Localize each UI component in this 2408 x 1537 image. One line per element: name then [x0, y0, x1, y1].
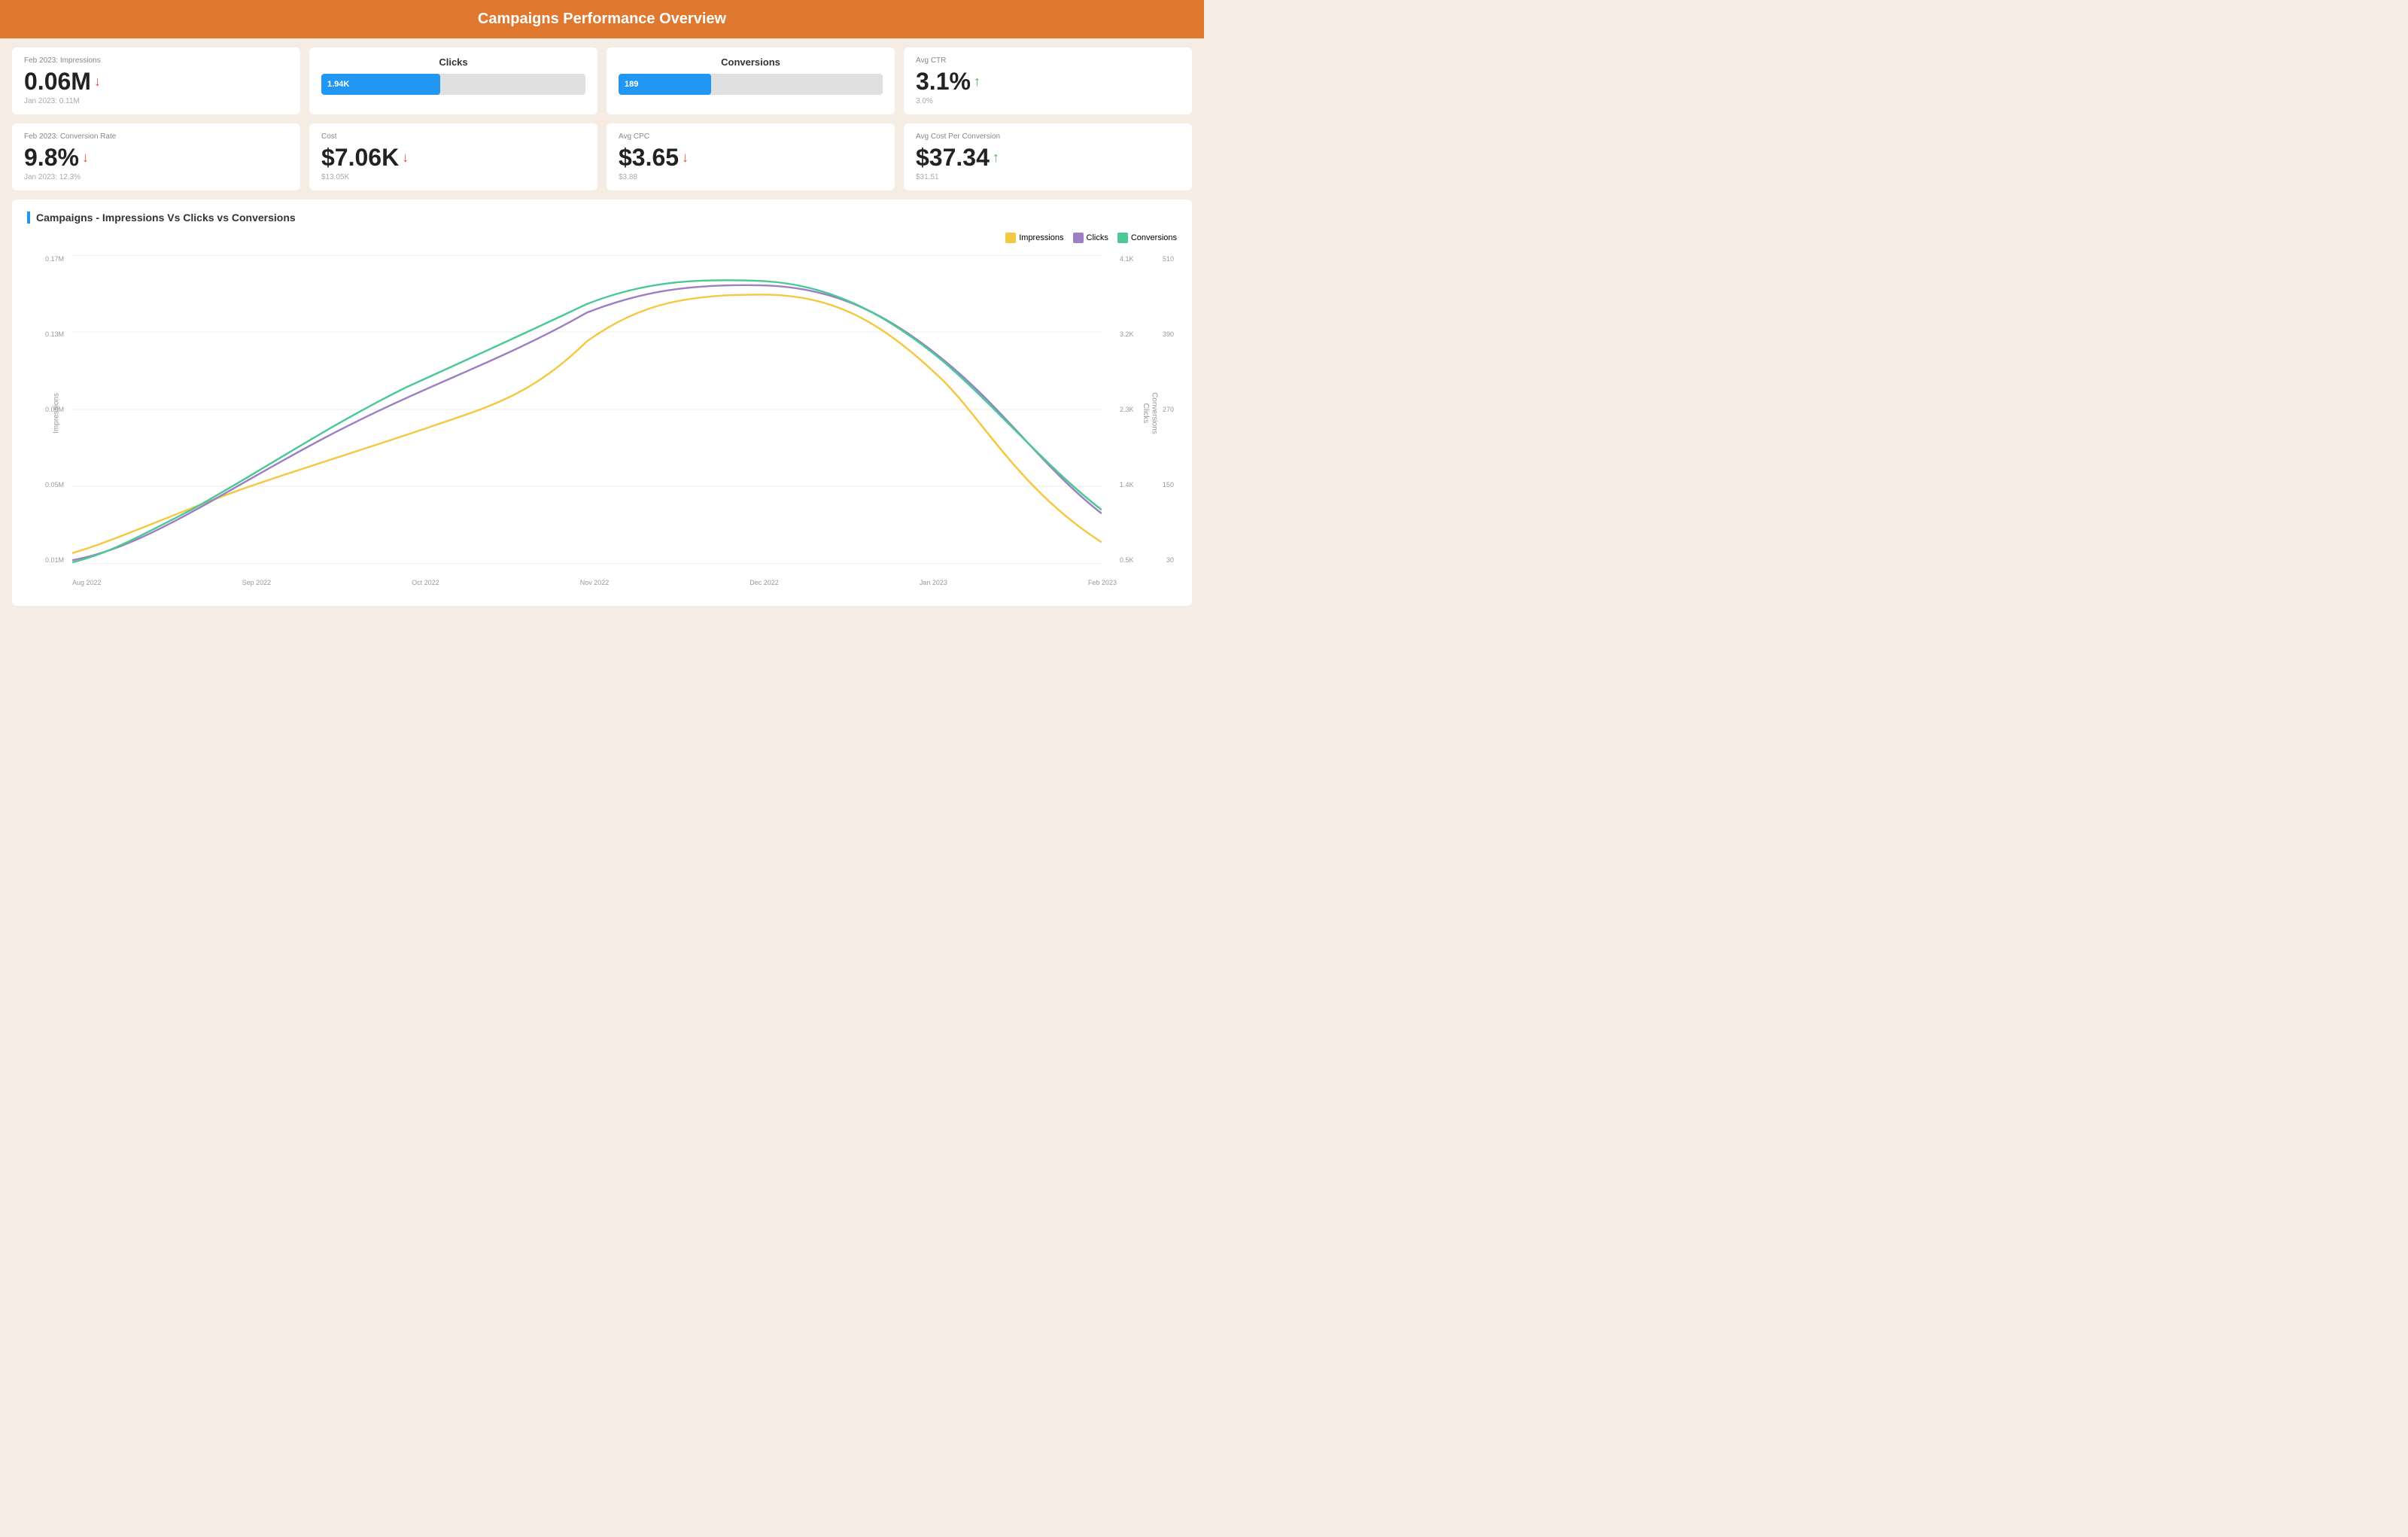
avg-cpc-value: $3.65 ↓ [619, 144, 883, 172]
y-axis-left: 0.17M 0.13M 0.09M 0.05M 0.01M [27, 255, 68, 564]
cost-label: Cost [321, 132, 585, 141]
conversion-rate-arrow: ↓ [82, 150, 89, 166]
impressions-value: 0.06M ↓ [24, 68, 288, 96]
conversion-rate-card: Feb 2023: Conversion Rate 9.8% ↓ Jan 202… [12, 123, 300, 190]
legend-clicks: Clicks [1073, 233, 1108, 243]
impressions-card: Feb 2023: Impressions 0.06M ↓ Jan 2023: … [12, 47, 300, 114]
cost-sub: $13.05K [321, 173, 585, 181]
impressions-legend-color [1005, 233, 1016, 243]
avg-ctr-sub: 3.0% [916, 97, 1180, 105]
clicks-bar-container: 1.94K [321, 74, 585, 95]
conversions-bar-label: 189 [625, 80, 638, 89]
conversions-legend-label: Conversions [1131, 233, 1177, 242]
x-label-sep: Sep 2022 [242, 579, 272, 586]
avg-cost-conv-card: Avg Cost Per Conversion $37.34 ↑ $31.51 [904, 123, 1192, 190]
clicks-bar-fill: 1.94K [321, 74, 440, 95]
avg-cost-conv-arrow: ↑ [993, 150, 999, 166]
cost-arrow: ↓ [402, 150, 409, 166]
clicks-bar-label: 1.94K [327, 80, 349, 89]
page-title: Campaigns Performance Overview [478, 11, 726, 27]
impressions-label: Feb 2023: Impressions [24, 56, 288, 65]
axis-title-left: Impressions [52, 393, 60, 434]
avg-cpc-arrow: ↓ [682, 150, 689, 166]
clicks-path [72, 285, 1102, 560]
legend-conversions: Conversions [1117, 233, 1177, 243]
impressions-arrow: ↓ [94, 74, 101, 90]
x-label-jan: Jan 2023 [920, 579, 947, 586]
avg-cost-conv-sub: $31.51 [916, 173, 1180, 181]
x-label-nov: Nov 2022 [580, 579, 610, 586]
conversions-path [72, 280, 1102, 562]
impressions-path [72, 294, 1102, 552]
avg-ctr-value: 3.1% ↑ [916, 68, 1180, 96]
axis-title-clicks: Clicks [1142, 403, 1150, 424]
impressions-legend-label: Impressions [1019, 233, 1063, 242]
x-label-aug: Aug 2022 [72, 579, 102, 586]
x-label-oct: Oct 2022 [412, 579, 439, 586]
avg-cost-conv-value: $37.34 ↑ [916, 144, 1180, 172]
chart-wrapper: Impressions Clicks Conversions 0.17M 0.1… [27, 233, 1177, 594]
chart-section: Campaigns - Impressions Vs Clicks vs Con… [12, 199, 1192, 606]
conversions-card: Conversions 189 [607, 47, 895, 114]
avg-cpc-card: Avg CPC $3.65 ↓ $3.88 [607, 123, 895, 190]
conversion-rate-value: 9.8% ↓ [24, 144, 288, 172]
chart-title: Campaigns - Impressions Vs Clicks vs Con… [27, 212, 1177, 224]
legend-impressions: Impressions [1005, 233, 1063, 243]
cost-card: Cost $7.06K ↓ $13.05K [309, 123, 597, 190]
x-label-feb: Feb 2023 [1088, 579, 1117, 586]
avg-ctr-card: Avg CTR 3.1% ↑ 3.0% [904, 47, 1192, 114]
avg-cpc-label: Avg CPC [619, 132, 883, 141]
conversions-bar-fill: 189 [619, 74, 711, 95]
clicks-card: Clicks 1.94K [309, 47, 597, 114]
avg-cost-conv-label: Avg Cost Per Conversion [916, 132, 1180, 141]
conversions-bar-container: 189 [619, 74, 883, 95]
impressions-sub: Jan 2023: 0.11M [24, 97, 288, 105]
metrics-row-1: Feb 2023: Impressions 0.06M ↓ Jan 2023: … [0, 38, 1204, 123]
x-axis: Aug 2022 Sep 2022 Oct 2022 Nov 2022 Dec … [72, 571, 1117, 594]
avg-ctr-label: Avg CTR [916, 56, 1180, 65]
cost-value: $7.06K ↓ [321, 144, 585, 172]
clicks-legend-label: Clicks [1087, 233, 1108, 242]
clicks-title: Clicks [321, 56, 585, 68]
page-container: Campaigns Performance Overview Feb 2023:… [0, 0, 1204, 606]
page-header: Campaigns Performance Overview [0, 0, 1204, 38]
avg-ctr-arrow: ↑ [974, 74, 981, 90]
axis-title-conversions: Conversions [1151, 392, 1159, 434]
conversion-rate-label: Feb 2023: Conversion Rate [24, 132, 288, 141]
metrics-row-2: Feb 2023: Conversion Rate 9.8% ↓ Jan 202… [0, 123, 1204, 199]
conversions-legend-color [1117, 233, 1128, 243]
chart-legend: Impressions Clicks Conversions [1005, 233, 1177, 243]
avg-cpc-sub: $3.88 [619, 173, 883, 181]
x-label-dec: Dec 2022 [749, 579, 779, 586]
conversions-title: Conversions [619, 56, 883, 68]
clicks-legend-color [1073, 233, 1084, 243]
chart-svg [72, 255, 1102, 564]
conversion-rate-sub: Jan 2023: 12.3% [24, 173, 288, 181]
